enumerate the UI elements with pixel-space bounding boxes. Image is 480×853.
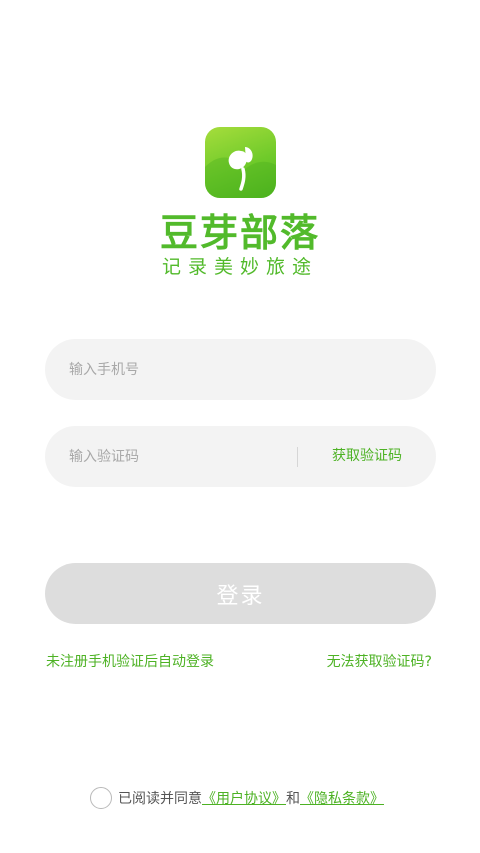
- auto-register-hint: 未注册手机验证后自动登录: [46, 654, 214, 670]
- brand-slogan: 记录美妙旅途: [161, 256, 318, 278]
- agreement-radio[interactable]: [90, 787, 112, 809]
- brand-title: 豆芽部落: [159, 211, 320, 255]
- code-field[interactable]: 获取验证码: [45, 426, 436, 487]
- agreement-prefix: 已阅读并同意: [118, 791, 202, 807]
- user-agreement-link[interactable]: 《用户协议》: [202, 788, 286, 808]
- login-button[interactable]: 登录: [45, 563, 436, 624]
- phone-input[interactable]: [69, 339, 409, 400]
- get-code-button[interactable]: 获取验证码: [298, 426, 436, 487]
- sprout-icon: [205, 147, 276, 198]
- agreement-row: 已阅读并同意 《用户协议》 和 《隐私条款》: [90, 786, 384, 810]
- phone-field[interactable]: [45, 339, 436, 400]
- privacy-policy-link[interactable]: 《隐私条款》: [300, 788, 384, 808]
- cannot-get-code-link[interactable]: 无法获取验证码?: [327, 651, 432, 671]
- code-input[interactable]: [69, 426, 289, 487]
- agreement-and: 和: [286, 791, 300, 807]
- app-logo-icon: [205, 127, 276, 198]
